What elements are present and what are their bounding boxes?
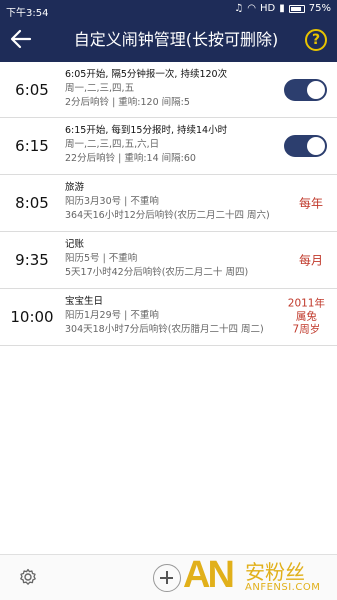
- alarm-info: 6:15开始, 每到15分报时, 持续14小时 周一,二,三,四,五,六,日 2…: [65, 124, 227, 166]
- alarm-date: 阳历5号 | 不重响: [65, 253, 138, 264]
- watermark-en: ANFENSI.COM: [245, 582, 321, 593]
- alarm-title: 旅游: [65, 182, 85, 193]
- alarm-row[interactable]: 6:15 6:15开始, 每到15分报时, 持续14小时 周一,二,三,四,五,…: [0, 118, 337, 175]
- repeat-year: 2011年: [287, 297, 325, 310]
- alarm-info: 6:05开始, 隔5分钟报一次, 持续120次 周一,二,三,四,五 2分后响铃…: [65, 68, 227, 110]
- alarm-detail: 304天18小时7分后响铃(农历腊月二十四 周二): [65, 324, 264, 335]
- watermark-logo: AN: [183, 554, 235, 596]
- alarm-title: 宝宝生日: [65, 296, 104, 307]
- alarm-detail: 5天17小时42分后响铃(农历二月二十 周四): [65, 267, 249, 278]
- alarm-toggle[interactable]: [284, 135, 327, 157]
- alarm-title: 6:05开始, 隔5分钟报一次, 持续120次: [65, 69, 228, 80]
- alarm-info: 记账 阳历5号 | 不重响 5天17小时42分后响铃(农历二月二十 周四): [65, 238, 248, 280]
- battery-percent: 75%: [308, 3, 331, 14]
- status-time: 下午3:54: [6, 8, 49, 19]
- alarm-info: 宝宝生日 阳历1月29号 | 不重响 304天18小时7分后响铃(农历腊月二十四…: [65, 295, 264, 337]
- alarm-detail: 364天16小时12分后响铃(农历二月二十四 周六): [65, 210, 270, 221]
- back-arrow-icon[interactable]: [8, 26, 34, 52]
- alarm-toggle[interactable]: [284, 78, 327, 101]
- battery-icon: [288, 4, 305, 13]
- network-label: HD: [260, 3, 276, 14]
- alarm-row[interactable]: 6:05 6:05开始, 隔5分钟报一次, 持续120次 周一,二,三,四,五 …: [0, 62, 337, 118]
- alarm-date: 阳历3月30号 | 不重响: [65, 196, 159, 207]
- repeat-label: 每月: [298, 253, 323, 268]
- repeat-label: 2011年 属兔 7周岁: [288, 298, 325, 337]
- signal-icon: ▮: [279, 3, 285, 14]
- watermark: AN 安粉丝 ANFENSI.COM: [183, 552, 333, 598]
- alarm-date: 阳历1月29号 | 不重响: [65, 310, 159, 321]
- alarm-time: 9:35: [15, 251, 49, 269]
- status-bar: 下午3:54 ♫ ◠ HD ▮ 75%: [0, 0, 337, 20]
- page-title: 自定义闹钟管理(长按可删除): [73, 30, 279, 49]
- alarm-title: 6:15开始, 每到15分报时, 持续14小时: [65, 125, 228, 136]
- alarm-title: 记账: [65, 239, 85, 250]
- alarm-info: 旅游 阳历3月30号 | 不重响 364天16小时12分后响铃(农历二月二十四 …: [65, 181, 270, 223]
- alarm-time: 6:05: [15, 80, 49, 99]
- alarm-time: 10:00: [10, 308, 54, 326]
- alarm-days: 周一,二,三,四,五,六,日: [65, 139, 160, 150]
- alarm-row[interactable]: 8:05 旅游 阳历3月30号 | 不重响 364天16小时12分后响铃(农历二…: [0, 175, 337, 232]
- watermark-cn: 安粉丝: [245, 560, 305, 584]
- alarm-row[interactable]: 10:00 宝宝生日 阳历1月29号 | 不重响 304天18小时7分后响铃(农…: [0, 289, 337, 346]
- alarm-time: 6:15: [15, 137, 49, 155]
- alarm-detail: 22分后响铃 | 重响:14 间隔:60: [65, 153, 196, 164]
- alarm-list: 6:05 6:05开始, 隔5分钟报一次, 持续120次 周一,二,三,四,五 …: [0, 62, 337, 346]
- wifi-icon: ◠: [247, 3, 257, 14]
- status-icons: ♫ ◠ HD ▮ 75%: [234, 3, 331, 14]
- repeat-label: 每年: [298, 196, 323, 211]
- alarm-time: 8:05: [15, 194, 49, 212]
- app-header: 下午3:54 ♫ ◠ HD ▮ 75% 自定义闹钟管理(长按可删除) ?: [0, 0, 337, 62]
- alarm-detail: 2分后响铃 | 重响:120 间隔:5: [65, 97, 190, 108]
- gear-icon[interactable]: [18, 567, 38, 587]
- alarm-days: 周一,二,三,四,五: [65, 83, 135, 94]
- alarm-row[interactable]: 9:35 记账 阳历5号 | 不重响 5天17小时42分后响铃(农历二月二十 周…: [0, 232, 337, 289]
- toggle-knob: [307, 137, 325, 155]
- bell-icon: ♫: [234, 3, 244, 14]
- add-alarm-button[interactable]: [153, 564, 181, 592]
- toggle-knob: [307, 80, 325, 99]
- repeat-age: 7周岁: [292, 323, 321, 336]
- repeat-zodiac: 属兔: [295, 310, 317, 323]
- help-icon[interactable]: ?: [305, 29, 327, 51]
